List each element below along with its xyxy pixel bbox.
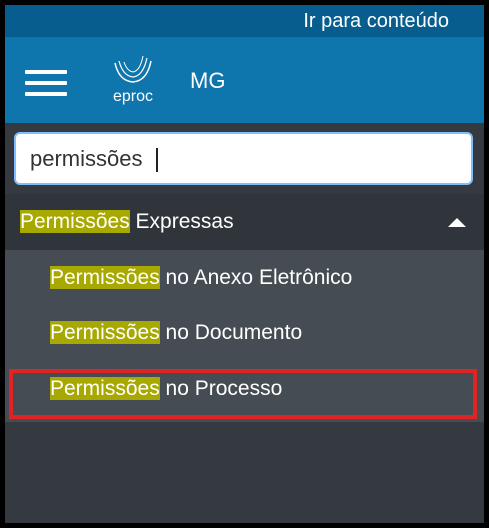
search-match-highlight: Permissões (50, 377, 160, 400)
menu-group-label-rest: Expressas (129, 210, 234, 233)
submenu-item-label-rest: no Processo (159, 377, 283, 400)
skip-bar: Ir para conteúdo (5, 5, 484, 37)
app-header: eproc MG (5, 37, 484, 123)
hamburger-menu-icon[interactable] (25, 67, 67, 97)
text-caret (156, 148, 158, 172)
submenu-item-label-rest: no Anexo Eletrônico (159, 266, 353, 289)
chevron-up-icon[interactable] (448, 218, 466, 227)
skip-to-content-link[interactable]: Ir para conteúdo (303, 8, 449, 34)
eproc-logo[interactable]: eproc (105, 55, 161, 109)
submenu-item-label: Permissões no Anexo Eletrônico (50, 265, 352, 291)
submenu-item-label: Permissões no Processo (50, 376, 282, 402)
submenu-item-processo[interactable]: Permissões no Processo (5, 363, 484, 415)
sidebar-app: Ir para conteúdo eproc MG Permissões Exp… (5, 5, 484, 523)
submenu-item-label-rest: no Documento (159, 321, 303, 344)
menu-search-input[interactable] (14, 132, 473, 185)
submenu-list: Permissões no Anexo Eletrônico Permissõe… (5, 250, 484, 422)
logo-text: eproc (112, 88, 154, 105)
org-label: MG (190, 68, 226, 93)
menu-group-label: Permissões Expressas (20, 209, 234, 235)
search-match-highlight: Permissões (50, 266, 160, 289)
submenu-item-anexo-eletronico[interactable]: Permissões no Anexo Eletrônico (5, 252, 484, 304)
eproc-logo-icon (114, 55, 152, 83)
search-area (5, 123, 484, 193)
screenshot-frame: Ir para conteúdo eproc MG Permissões Exp… (0, 0, 489, 528)
search-match-highlight: Permissões (50, 321, 160, 344)
search-match-highlight: Permissões (20, 210, 130, 233)
submenu-item-label: Permissões no Documento (50, 320, 302, 346)
menu-group-permissoes-expressas[interactable]: Permissões Expressas (5, 194, 484, 250)
submenu-item-documento[interactable]: Permissões no Documento (5, 307, 484, 359)
